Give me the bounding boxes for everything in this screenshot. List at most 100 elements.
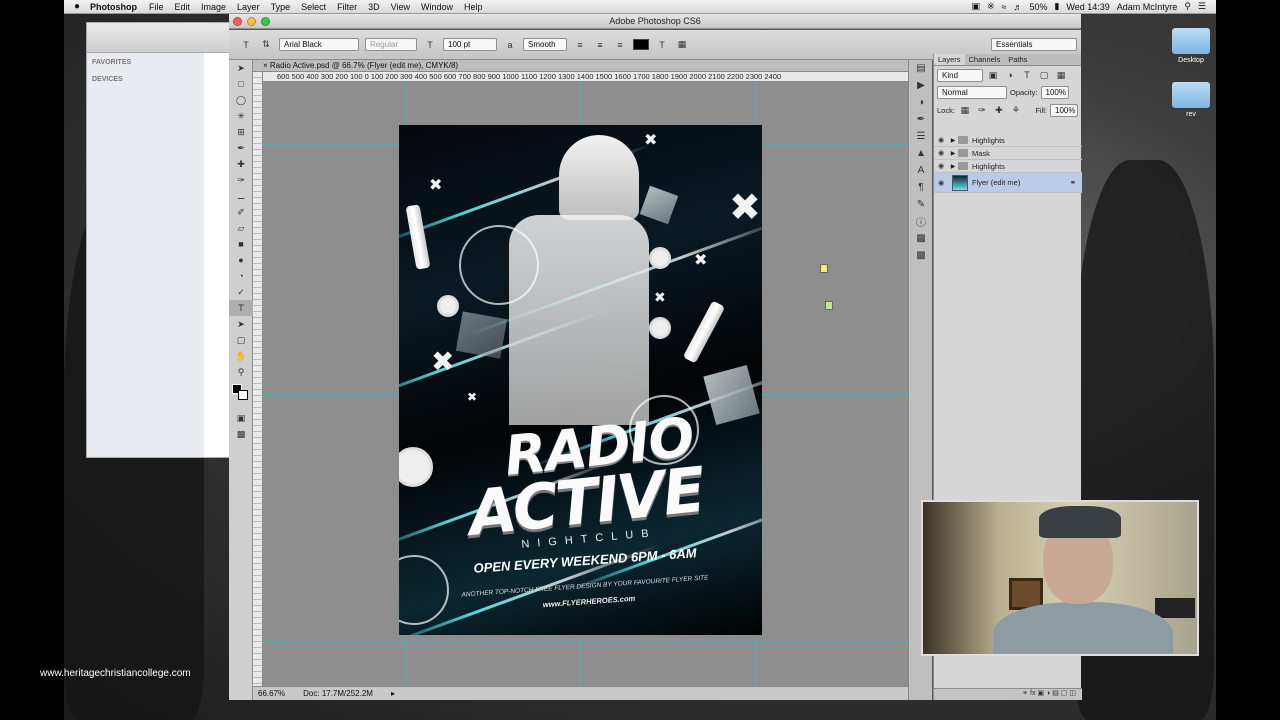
quick-mask-icon[interactable]: ▣ (229, 410, 253, 426)
menu-filter[interactable]: Filter (337, 2, 357, 12)
warp-text-icon[interactable]: T (655, 38, 669, 52)
volume-icon[interactable]: ♬ (1013, 2, 1022, 12)
filter-type-icon[interactable]: T (1020, 68, 1034, 82)
battery-level[interactable]: 50% (1029, 2, 1047, 12)
healing-brush-tool-icon[interactable]: ✚ (229, 156, 253, 172)
lasso-tool-icon[interactable]: ◯ (229, 92, 253, 108)
character-panel-icon[interactable]: ▦ (675, 38, 689, 52)
paragraph-panel-icon[interactable]: ¶ (909, 179, 933, 196)
align-center-icon[interactable]: ≡ (593, 38, 607, 52)
history-brush-tool-icon[interactable]: ✐ (229, 204, 253, 220)
new-group-icon[interactable]: ▤ (1052, 690, 1059, 697)
wifi-icon[interactable]: ≈ (1002, 2, 1007, 12)
fill-input[interactable]: 100% (1050, 103, 1078, 117)
menu-edit[interactable]: Edit (175, 2, 191, 12)
layer-row[interactable]: ◉ ▶ Highlights (934, 160, 1082, 173)
bluetooth-icon[interactable]: ※ (987, 1, 995, 12)
align-left-icon[interactable]: ≡ (573, 38, 587, 52)
horizontal-ruler[interactable]: 600 500 400 300 200 100 0 100 200 300 40… (263, 72, 931, 82)
brush-tool-icon[interactable]: ✑ (229, 172, 253, 188)
path-selection-tool-icon[interactable]: ➤ (229, 316, 253, 332)
antialias-select[interactable]: Smooth (523, 38, 567, 51)
info-panel-icon[interactable]: ⓘ (909, 213, 933, 230)
menu-view[interactable]: View (391, 2, 410, 12)
text-color-swatch[interactable] (633, 39, 649, 50)
new-layer-icon[interactable]: ▢ (1061, 690, 1068, 697)
notifications-icon[interactable]: ☰ (1198, 1, 1206, 12)
shape-tool-icon[interactable]: ▢ (229, 332, 253, 348)
eraser-tool-icon[interactable]: ▱ (229, 220, 253, 236)
visibility-eye-icon[interactable]: ◉ (934, 136, 948, 144)
link-layers-icon[interactable]: ⚭ (1022, 690, 1028, 697)
filter-pixel-icon[interactable]: ▣ (986, 68, 1000, 82)
zoom-window-button[interactable] (261, 17, 270, 26)
move-tool-icon[interactable]: ➤ (229, 60, 253, 76)
filter-smart-object-icon[interactable]: ▦ (1054, 68, 1068, 82)
layer-row[interactable]: ◉ ▶ Highlights (934, 134, 1082, 147)
status-menu-arrow-icon[interactable]: ▸ (391, 687, 395, 700)
filter-shape-icon[interactable]: ▢ (1037, 68, 1051, 82)
apple-menu-icon[interactable]: ● (64, 1, 90, 12)
minimize-window-button[interactable] (247, 17, 256, 26)
expand-arrow-icon[interactable]: ▶ (948, 163, 958, 170)
adjustments-panel-icon[interactable]: ◑ (909, 94, 933, 111)
hand-tool-icon[interactable]: ✋ (229, 348, 253, 364)
type-tool-icon[interactable]: T (229, 300, 253, 316)
canvas-area[interactable]: ✖ ✖ ✖ ✖ ✖ ✖ ✖ RADIO ACTIVE NIGHTCLUB OPE… (263, 82, 931, 686)
guide-horizontal[interactable] (263, 642, 931, 643)
note-annotation-icon[interactable] (825, 301, 833, 310)
desktop-folder-rev[interactable]: rev (1171, 82, 1211, 118)
clock[interactable]: Wed 14:39 (1066, 2, 1109, 12)
spotlight-icon[interactable]: ⚲ (1184, 1, 1191, 12)
eyedropper-tool-icon[interactable]: ✒ (229, 140, 253, 156)
font-style-select[interactable]: Regular (365, 38, 417, 51)
menu-file[interactable]: File (149, 2, 164, 12)
note-annotation-icon[interactable] (820, 264, 828, 273)
filter-adjustment-icon[interactable]: ◑ (1003, 68, 1017, 82)
expand-arrow-icon[interactable]: ▶ (948, 137, 958, 144)
tab-layers[interactable]: Layers (934, 54, 965, 65)
lock-transparency-icon[interactable]: ▦ (958, 103, 972, 117)
screen-mode-icon[interactable]: ▩ (229, 426, 253, 442)
workspace-select[interactable]: Essentials (991, 38, 1077, 51)
document-size[interactable]: Doc: 17.7M/252.2M (303, 687, 373, 700)
tab-paths[interactable]: Paths (1004, 54, 1031, 65)
menu-layer[interactable]: Layer (237, 2, 260, 12)
zoom-tool-icon[interactable]: ⚲ (229, 364, 253, 380)
blur-tool-icon[interactable]: ● (229, 252, 253, 268)
flyer-artwork[interactable]: ✖ ✖ ✖ ✖ ✖ ✖ ✖ RADIO ACTIVE NIGHTCLUB OPE… (399, 125, 762, 635)
new-adjustment-icon[interactable]: ◑ (1046, 690, 1050, 697)
document-tab[interactable]: × Radio Active.psd @ 66.7% (Flyer (edit … (253, 60, 931, 72)
type-tool-preset-icon[interactable]: T (239, 38, 253, 52)
add-mask-icon[interactable]: ▣ (1037, 690, 1044, 697)
menu-select[interactable]: Select (301, 2, 326, 12)
dodge-tool-icon[interactable]: ◔ (229, 268, 253, 284)
menu-type[interactable]: Type (271, 2, 291, 12)
pen-tool-icon[interactable]: ✓ (229, 284, 253, 300)
background-color-swatch[interactable] (238, 390, 248, 400)
align-right-icon[interactable]: ≡ (613, 38, 627, 52)
delete-layer-icon[interactable]: ◫ (1069, 690, 1076, 697)
user-name[interactable]: Adam McIntyre (1117, 2, 1178, 12)
character-panel-icon[interactable]: A (909, 162, 933, 179)
lock-image-icon[interactable]: ✑ (975, 103, 989, 117)
gradient-tool-icon[interactable]: ■ (229, 236, 253, 252)
styles-panel-icon[interactable]: ▩ (909, 247, 933, 264)
visibility-eye-icon[interactable]: ◉ (934, 162, 948, 170)
swatches-panel-icon[interactable]: ▩ (909, 230, 933, 247)
layer-style-button[interactable]: fx (1030, 690, 1035, 697)
notes-panel-icon[interactable]: ✎ (909, 196, 933, 213)
quick-select-tool-icon[interactable]: ✳ (229, 108, 253, 124)
visibility-eye-icon[interactable]: ◉ (934, 149, 948, 157)
screen-record-icon[interactable]: ▣ (971, 1, 980, 12)
lock-all-icon[interactable]: ⚘ (1009, 103, 1023, 117)
close-window-button[interactable] (233, 17, 242, 26)
menu-window[interactable]: Window (421, 2, 453, 12)
expand-arrow-icon[interactable]: ▶ (948, 150, 958, 157)
desktop-folder-desktop[interactable]: Desktop (1171, 28, 1211, 64)
history-panel-icon[interactable]: ▤ (909, 60, 933, 77)
marquee-tool-icon[interactable]: □ (229, 76, 253, 92)
crop-tool-icon[interactable]: ⊞ (229, 124, 253, 140)
font-size-select[interactable]: 100 pt (443, 38, 497, 51)
visibility-eye-icon[interactable]: ◉ (934, 179, 948, 187)
